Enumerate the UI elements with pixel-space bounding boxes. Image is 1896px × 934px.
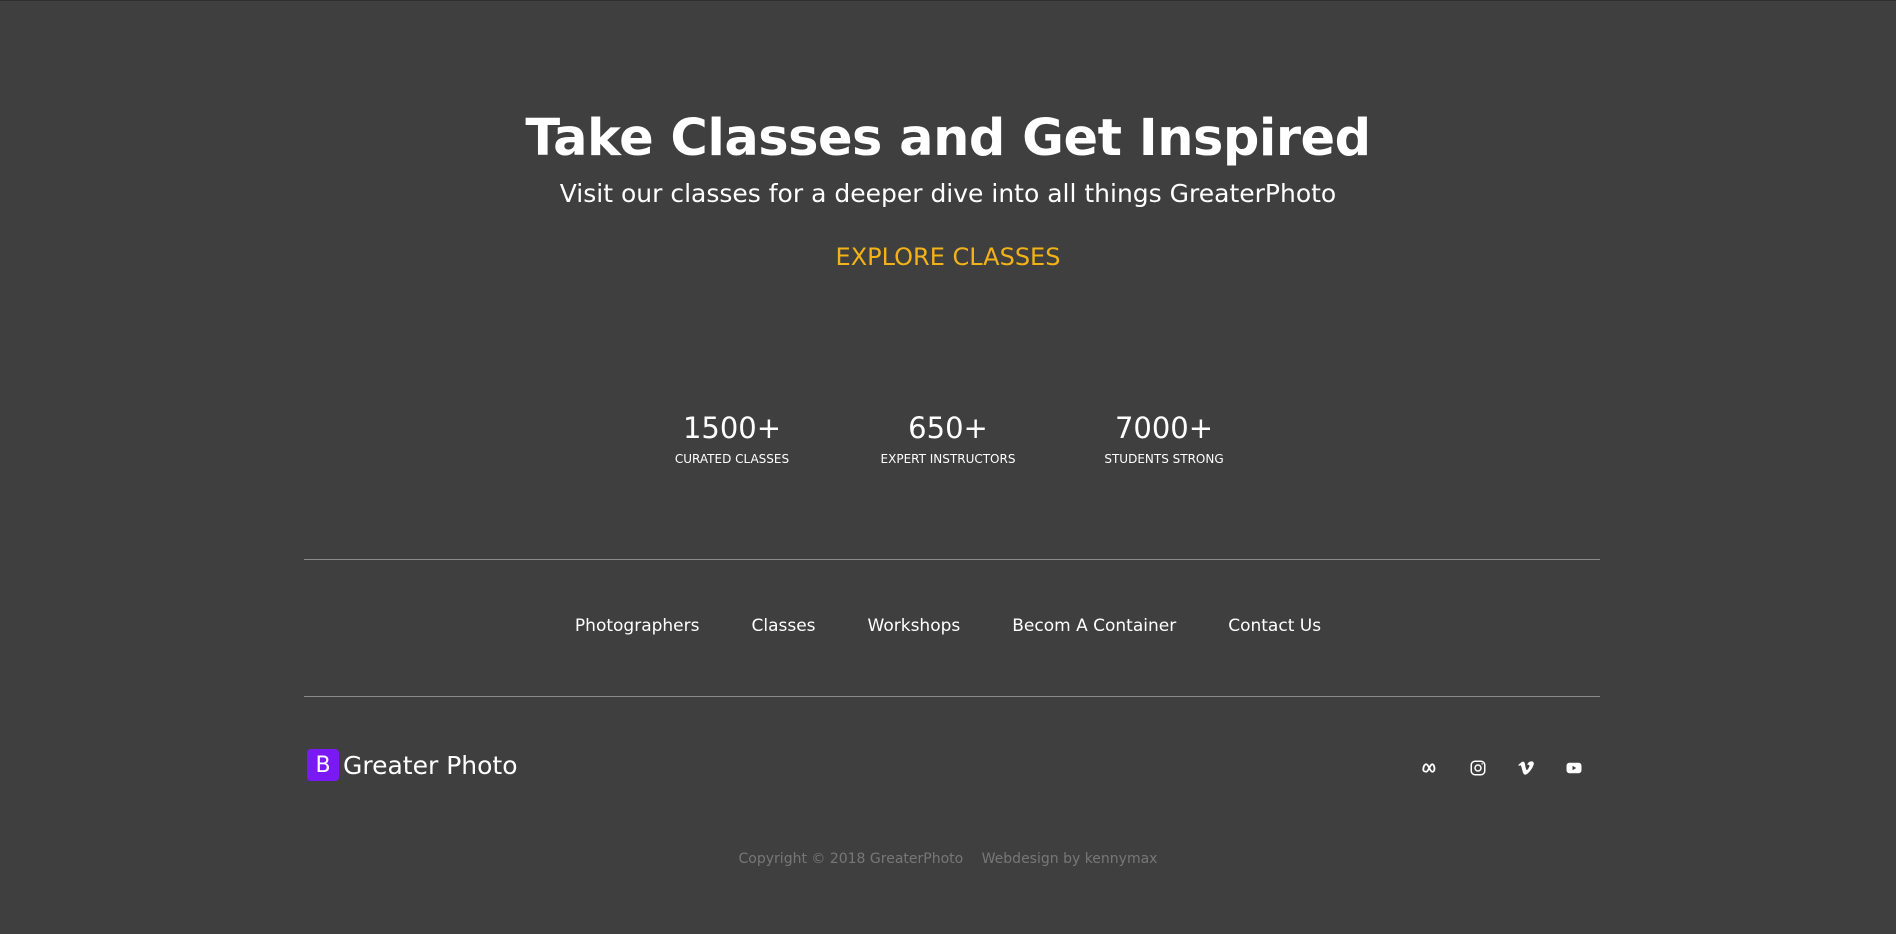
stat-value: 650+ xyxy=(908,411,988,445)
footer-link-become-container[interactable]: Becom A Container xyxy=(1012,616,1176,636)
stat-curated-classes: 1500+ CURATED CLASSES xyxy=(624,411,840,466)
brand-home-link[interactable]: B Greater Photo xyxy=(307,749,518,781)
footer-link-classes[interactable]: Classes xyxy=(751,616,815,636)
stat-label: STUDENTS STRONG xyxy=(1104,451,1224,466)
social-links xyxy=(1418,756,1586,780)
footer-link-workshops[interactable]: Workshops xyxy=(868,616,961,636)
stat-students-strong: 7000+ STUDENTS STRONG xyxy=(1056,411,1272,466)
brand-logo: B xyxy=(307,749,339,781)
page: Take Classes and Get Inspired Visit our … xyxy=(0,0,1896,934)
instagram-icon[interactable] xyxy=(1466,756,1490,780)
brand-name: Greater Photo xyxy=(343,750,518,780)
stat-value: 1500+ xyxy=(682,411,782,445)
footer-link-contact-us[interactable]: Contact Us xyxy=(1228,616,1321,636)
stat-label: EXPERT INSTRUCTORS xyxy=(880,451,1016,466)
stats-row: 1500+ CURATED CLASSES 650+ EXPERT INSTRU… xyxy=(0,411,1896,466)
stat-value: 7000+ xyxy=(1114,411,1214,445)
hero-subtitle: Visit our classes for a deeper dive into… xyxy=(559,179,1337,208)
youtube-icon[interactable] xyxy=(1562,756,1586,780)
footer-divider-bottom xyxy=(304,696,1600,697)
hero-cta-wrapper: EXPLORE CLASSES xyxy=(0,243,1896,271)
footer-nav: Photographers Classes Workshops Becom A … xyxy=(0,616,1896,636)
footer-divider-top xyxy=(304,559,1600,560)
explore-classes-link[interactable]: EXPLORE CLASSES xyxy=(836,243,1061,271)
stat-expert-instructors: 650+ EXPERT INSTRUCTORS xyxy=(840,411,1056,466)
vimeo-icon[interactable] xyxy=(1514,756,1538,780)
hero-title: Take Classes and Get Inspired xyxy=(525,109,1371,168)
copyright-text: Copyright © 2018 GreaterPhoto xyxy=(738,851,964,867)
copyright: Copyright © 2018 GreaterPhoto Webdesign … xyxy=(0,851,1896,867)
footer-link-photographers[interactable]: Photographers xyxy=(575,616,700,636)
webdesign-credit: Webdesign by kennymax xyxy=(981,851,1158,867)
meta-icon[interactable] xyxy=(1418,756,1442,780)
stat-label: CURATED CLASSES xyxy=(674,451,790,466)
